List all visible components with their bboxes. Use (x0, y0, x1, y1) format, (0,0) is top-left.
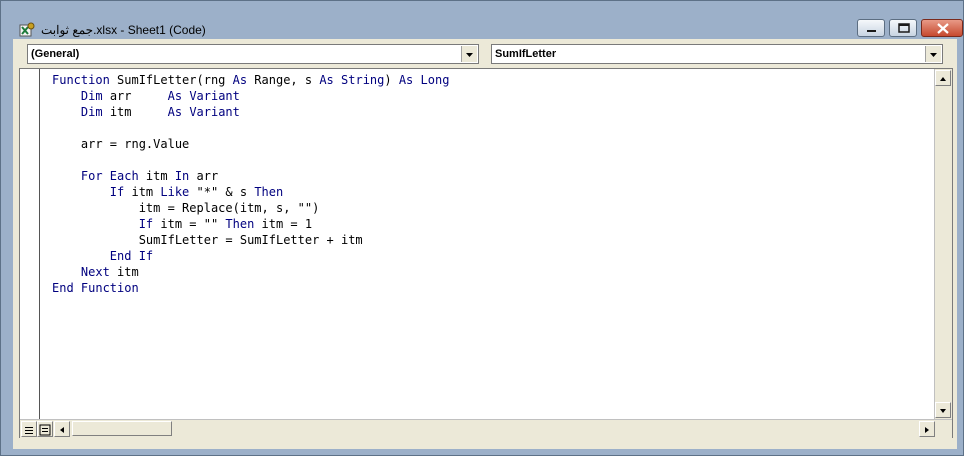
code-keyword: End If (109, 249, 154, 263)
arrow-right-icon[interactable] (919, 421, 935, 437)
code-keyword: If (109, 185, 125, 199)
code-keyword: Function (52, 73, 110, 87)
code-keyword: If (138, 217, 154, 231)
maximize-icon (898, 23, 910, 33)
code-keyword: String (341, 73, 385, 87)
code-token: SumIfLetter(rng (109, 73, 233, 87)
code-line[interactable] (52, 120, 449, 136)
code-line[interactable]: Next itm (52, 264, 449, 280)
code-line[interactable]: End If (52, 248, 449, 264)
code-token: itm = 1 (254, 217, 313, 231)
code-keyword: Next (80, 265, 110, 279)
object-combo-value: (General) (31, 48, 80, 60)
code-token: itm (138, 169, 175, 183)
code-line[interactable]: If itm Like "*" & s Then (52, 184, 449, 200)
code-line[interactable]: If itm = "" Then itm = 1 (52, 216, 449, 232)
horizontal-scrollbar[interactable] (20, 419, 952, 438)
code-token: ) (384, 73, 399, 87)
code-pane: (General) SumIfLetter Function SumIfLett… (13, 39, 957, 449)
margin-indicator-bar[interactable] (20, 69, 40, 419)
code-keyword: Dim (80, 89, 103, 103)
window-title: جمع ثوابت.xlsx - Sheet1 (Code) (41, 23, 206, 37)
code-line[interactable]: arr = rng.Value (52, 136, 449, 152)
chevron-down-icon[interactable] (461, 46, 477, 62)
code-token: arr = rng.Value (52, 137, 190, 151)
code-keyword: Dim (80, 105, 103, 119)
code-token: itm = "" (153, 217, 226, 231)
object-combo[interactable]: (General) (27, 44, 479, 64)
close-button[interactable] (921, 19, 963, 37)
minimize-button[interactable] (857, 19, 885, 37)
code-line[interactable]: Dim arr As Variant (52, 88, 449, 104)
code-keyword: Then (225, 217, 255, 231)
code-keyword: Like (160, 185, 190, 199)
code-keyword: As (319, 73, 334, 87)
code-keyword: As (167, 105, 183, 119)
code-line[interactable]: SumIfLetter = SumIfLetter + itm (52, 232, 449, 248)
arrow-up-icon[interactable] (935, 70, 951, 86)
code-token: SumIfLetter = SumIfLetter + itm (52, 233, 363, 247)
arrow-left-icon[interactable] (54, 421, 70, 437)
vertical-scrollbar[interactable] (934, 69, 952, 419)
code-keyword: End Function (52, 281, 139, 295)
code-line[interactable]: Dim itm As Variant (52, 104, 449, 120)
code-token: itm = Replace(itm, s, "") (52, 201, 320, 215)
code-keyword: As (232, 73, 248, 87)
procedure-view-icon[interactable] (21, 421, 37, 437)
procedure-combo[interactable]: SumIfLetter (491, 44, 943, 64)
code-keyword: Variant (189, 89, 240, 103)
code-keyword: Long (420, 73, 450, 87)
code-line[interactable]: Function SumIfLetter(rng As Range, s As … (52, 72, 449, 88)
code-keyword: As (398, 73, 414, 87)
procedure-combo-value: SumIfLetter (495, 48, 557, 60)
code-token: itm (124, 185, 161, 199)
maximize-button[interactable] (889, 19, 917, 37)
code-line[interactable]: itm = Replace(itm, s, "") (52, 200, 449, 216)
code-token: itm (109, 265, 139, 279)
code-token: "*" & s (189, 185, 255, 199)
horizontal-scroll-thumb[interactable] (72, 421, 172, 436)
minimize-icon (867, 30, 876, 32)
code-keyword: As (167, 89, 183, 103)
code-keyword: For Each (80, 169, 139, 183)
arrow-down-icon[interactable] (935, 402, 951, 418)
code-token: arr (102, 89, 168, 103)
code-editor[interactable]: Function SumIfLetter(rng As Range, s As … (19, 68, 953, 438)
close-icon (937, 23, 949, 34)
code-line[interactable] (52, 152, 449, 168)
code-token: Range, s (247, 73, 320, 87)
code-token: itm (102, 105, 168, 119)
code-line[interactable]: End Function (52, 280, 449, 296)
code-keyword: Then (254, 185, 284, 199)
chevron-down-icon[interactable] (925, 46, 941, 62)
title-bar[interactable]: جمع ثوابت.xlsx - Sheet1 (Code) (9, 11, 963, 39)
excel-vba-icon (19, 22, 35, 38)
code-keyword: Variant (189, 105, 240, 119)
code-text[interactable]: Function SumIfLetter(rng As Range, s As … (52, 72, 449, 296)
code-token: arr (189, 169, 219, 183)
code-window: جمع ثوابت.xlsx - Sheet1 (Code) (General)… (0, 0, 964, 456)
full-module-view-icon[interactable] (37, 421, 53, 437)
code-line[interactable]: For Each itm In arr (52, 168, 449, 184)
code-keyword: In (174, 169, 190, 183)
